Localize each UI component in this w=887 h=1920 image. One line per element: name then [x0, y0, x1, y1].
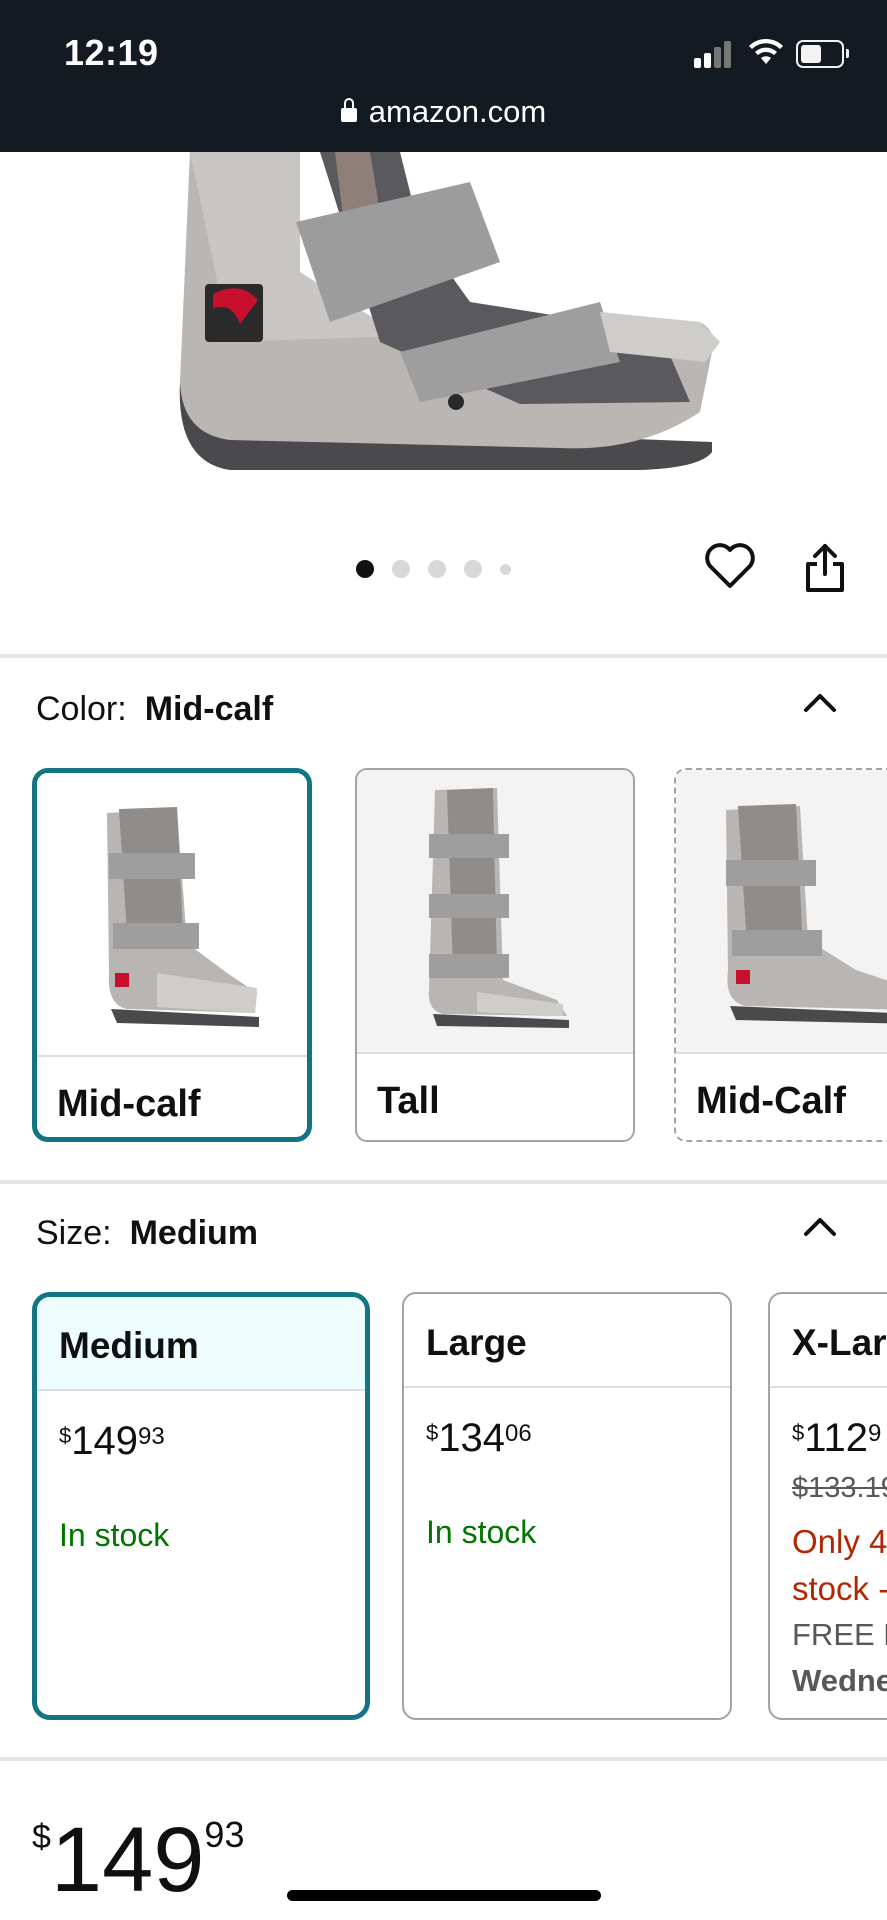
product-price: $14993	[32, 1809, 245, 1911]
size-option-price: $1129	[792, 1416, 882, 1460]
color-option-label: Mid-calf	[57, 1083, 201, 1125]
home-indicator[interactable]	[287, 1890, 601, 1901]
status-bar: 12:19 amazon.com	[0, 0, 887, 152]
cellular-signal-icon	[694, 40, 734, 68]
carousel-indicator[interactable]	[356, 560, 511, 578]
divider	[0, 654, 887, 658]
clock: 12:19	[64, 32, 159, 73]
lock-icon	[340, 98, 357, 122]
color-option-label: Tall	[377, 1080, 440, 1122]
size-option-x-large[interactable]: X-Lar $1129 $133.19 Only 4 stock - FREE …	[768, 1292, 887, 1720]
size-label-text: Size:	[36, 1214, 112, 1252]
chevron-up-icon[interactable]	[800, 1214, 840, 1240]
stock-status: In stock	[426, 1514, 537, 1550]
carousel-dot[interactable]	[428, 560, 446, 578]
battery-icon	[796, 40, 849, 68]
divider	[0, 1180, 887, 1184]
color-option-mid-calf[interactable]: Mid-calf	[32, 768, 312, 1142]
size-option-label: Medium	[37, 1297, 365, 1391]
wifi-icon	[749, 38, 783, 64]
boot-image	[357, 770, 633, 1054]
walking-boot-image	[179, 152, 720, 470]
heart-icon[interactable]	[704, 542, 756, 590]
carousel-dot[interactable]	[356, 560, 374, 578]
share-icon[interactable]	[800, 542, 850, 594]
stock-status: In stock	[59, 1517, 170, 1553]
size-label: Size: Medium	[36, 1214, 258, 1253]
color-selected-value: Mid-calf	[144, 690, 274, 728]
product-image[interactable]	[0, 152, 887, 512]
address-bar[interactable]: amazon.com	[0, 94, 887, 130]
color-option-tall[interactable]: Tall	[355, 768, 635, 1142]
size-option-label: Large	[404, 1294, 730, 1388]
size-option-label: X-Lar	[770, 1294, 887, 1388]
carousel-dot[interactable]	[500, 563, 511, 575]
carousel-dot[interactable]	[392, 560, 410, 578]
carousel-dot[interactable]	[464, 560, 482, 578]
low-stock-warning: Only 4 stock -	[792, 1523, 887, 1607]
list-price: $133.19	[792, 1472, 887, 1504]
divider	[0, 1757, 887, 1761]
size-option-price: $13406	[426, 1416, 532, 1460]
size-selected-value: Medium	[129, 1214, 259, 1252]
size-option-medium[interactable]: Medium $14993 In stock	[32, 1292, 370, 1720]
delivery-info: FREE D Wedne	[792, 1617, 887, 1698]
url-text: amazon.com	[368, 94, 547, 129]
chevron-up-icon[interactable]	[800, 690, 840, 716]
boot-image	[676, 770, 887, 1054]
boot-image	[37, 773, 307, 1057]
color-label: Color: Mid-calf	[36, 690, 273, 729]
size-option-large[interactable]: Large $13406 In stock	[402, 1292, 732, 1720]
size-option-price: $14993	[59, 1419, 165, 1463]
color-label-text: Color:	[36, 690, 127, 728]
color-option-label: Mid-Calf	[696, 1080, 846, 1122]
color-option-mid-calf-2[interactable]: Mid-Calf	[674, 768, 887, 1142]
